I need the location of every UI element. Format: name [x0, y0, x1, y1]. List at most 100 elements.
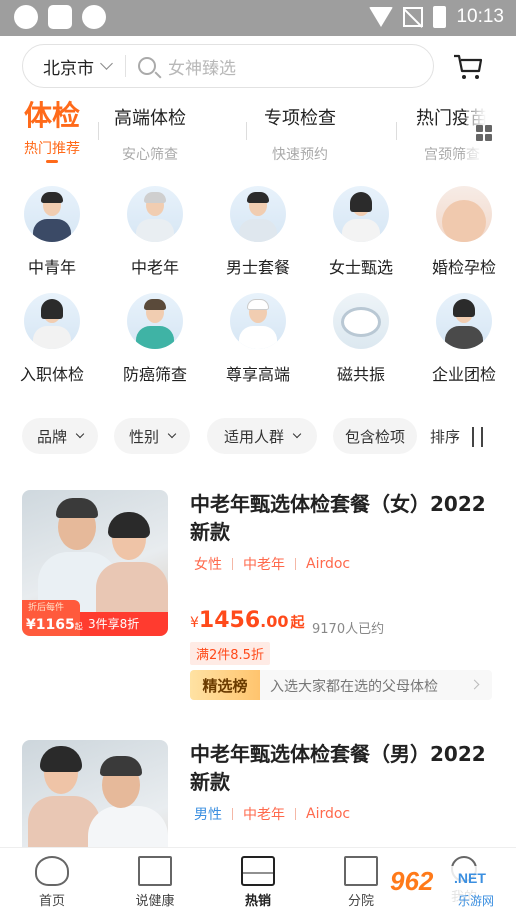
filter-gender[interactable]: 性别 [114, 418, 190, 454]
tab-hot-sale[interactable]: 热销 [213, 856, 303, 909]
quick-category-label: 入职体检 [19, 365, 84, 384]
tag-gender: 女性 [194, 557, 222, 573]
filter-bar: 品牌 性别 适用人群 包含检项 排序 [0, 418, 516, 458]
filter-audience[interactable]: 适用人群 [207, 418, 317, 454]
quick-category-item[interactable]: 中青年 [7, 186, 97, 278]
product-card[interactable]: 折后每件 ¥1165起 3件享8折 中老年甄选体检套餐（女）2022新款 女性 … [0, 490, 516, 720]
divider [396, 122, 397, 140]
product-tags: 男性 中老年 Airdoc [194, 804, 350, 824]
tab-special-check[interactable]: 专项检查 快速预约 [258, 104, 342, 164]
tab-title: 专项检查 [264, 108, 336, 129]
filter-label: 适用人群 [223, 427, 284, 446]
quick-category-label: 中青年 [27, 258, 76, 277]
app-notification-icon [14, 5, 38, 29]
sort-button[interactable]: 排序 [430, 426, 488, 447]
chevron-down-icon [167, 429, 177, 439]
filter-label: 包含检项 [344, 427, 405, 446]
product-card[interactable]: 中老年甄选体检套餐（男）2022新款 男性 中老年 Airdoc [0, 740, 516, 886]
quick-category-label: 尊享高端 [225, 365, 290, 384]
app-notification-icon [82, 5, 106, 29]
senior-woman-avatar-icon [127, 293, 183, 349]
filter-label: 性别 [128, 427, 159, 446]
promo-price: ¥1165起 [26, 617, 83, 633]
rank-badge: 精选榜 [190, 670, 260, 700]
quick-category-label: 防癌筛查 [122, 365, 187, 384]
woman-phone-avatar-icon [24, 293, 80, 349]
tab-subtitle: 快速预约 [272, 147, 328, 163]
nurse-avatar-icon [230, 293, 286, 349]
no-signal-icon [403, 7, 424, 27]
category-tabs: 体检 热门推荐 高端体检 安心筛查 专项检查 快速预约 热门疫苗 宫颈筛查 [0, 99, 516, 172]
cart-icon[interactable] [452, 50, 484, 82]
tag-brand: Airdoc [306, 556, 351, 572]
chevron-right-icon [469, 679, 480, 690]
filter-brand[interactable]: 品牌 [22, 418, 98, 454]
top-bar: 北京市 女神臻选 [0, 36, 516, 96]
chevron-down-icon [292, 429, 302, 439]
city-selector[interactable]: 北京市 [43, 54, 94, 79]
site-watermark: 962 .NET 乐游网 [362, 866, 512, 912]
tab-subtitle: 热门推荐 [24, 141, 80, 157]
tab-health-talk[interactable]: 说健康 [110, 856, 200, 909]
grid-icon[interactable] [476, 125, 492, 141]
search-icon [138, 57, 156, 75]
pregnancy-icon [436, 186, 492, 242]
quick-category-item[interactable]: 婚检孕检 [419, 186, 509, 278]
quick-category-item[interactable]: 企业团检 [419, 293, 509, 385]
product-title: 中老年甄选体检套餐（男）2022新款 [190, 742, 486, 794]
tab-home[interactable]: 首页 [7, 856, 97, 909]
mri-machine-icon [333, 293, 389, 349]
tab-title: 体检 [23, 99, 80, 132]
discount-badge: 满2件8.5折 [190, 642, 270, 665]
quick-category-item[interactable]: 男士套餐 [213, 186, 303, 278]
quick-category-item[interactable]: 磁共振 [316, 293, 406, 385]
product-title: 中老年甄选体检套餐（女）2022新款 [190, 492, 486, 544]
quick-category-label: 婚检孕检 [431, 258, 496, 277]
product-image: 折后每件 ¥1165起 3件享8折 [22, 490, 168, 636]
shopping-bag-icon [241, 856, 275, 886]
filter-items[interactable]: 包含检项 [333, 418, 417, 454]
chevron-down-icon [100, 56, 113, 70]
young-man-avatar-icon [24, 186, 80, 242]
business-woman-avatar-icon [436, 293, 492, 349]
divider [125, 55, 126, 77]
sort-label: 排序 [430, 428, 461, 446]
tag-age: 中老年 [243, 807, 285, 823]
promo-tag: 折后每件 [28, 603, 65, 613]
quick-category-item[interactable]: 防癌筛查 [110, 293, 200, 385]
product-tags: 女性 中老年 Airdoc [194, 554, 350, 574]
chevron-down-icon [75, 429, 85, 439]
tag-gender: 男性 [194, 807, 222, 823]
tag-brand: Airdoc [306, 806, 351, 822]
book-icon [138, 856, 172, 886]
tab-title: 高端体检 [114, 108, 186, 129]
tab-physical-exam[interactable]: 体检 热门推荐 [18, 99, 86, 163]
woman-avatar-icon [333, 186, 389, 242]
quick-category-label: 磁共振 [336, 365, 385, 384]
heart-icon [35, 856, 69, 886]
quick-category-item[interactable]: 女士甄选 [316, 186, 406, 278]
tab-label: 首页 [38, 894, 65, 909]
sort-icon [468, 426, 488, 447]
quick-category-label: 企业团检 [431, 365, 496, 384]
search-bar[interactable]: 北京市 女神臻选 [22, 44, 434, 88]
quick-category-item[interactable]: 中老年 [110, 186, 200, 278]
status-bar: 10:13 [0, 0, 516, 36]
app-notification-icon [48, 5, 72, 29]
quick-category-item[interactable]: 入职体检 [7, 293, 97, 385]
ranking-banner[interactable]: 精选榜 入选大家都在选的父母体检 [190, 670, 492, 700]
search-input[interactable]: 女神臻选 [168, 54, 236, 79]
tab-subtitle: 安心筛查 [122, 147, 178, 163]
man-avatar-icon [230, 186, 286, 242]
booked-count: 9170人已约 [312, 622, 385, 637]
promo-deal: 3件享8折 [88, 617, 140, 631]
wifi-icon [369, 7, 394, 27]
tab-label: 说健康 [135, 894, 175, 909]
product-price: ¥ 1456 .00 起 [190, 608, 305, 633]
tab-premium-exam[interactable]: 高端体检 安心筛查 [108, 104, 192, 164]
quick-category-item[interactable]: 尊享高端 [213, 293, 303, 385]
watermark-number: 962 [390, 866, 434, 896]
tab-label: 热销 [244, 894, 271, 909]
rank-text: 入选大家都在选的父母体检 [270, 679, 438, 695]
status-time: 10:13 [456, 6, 504, 27]
